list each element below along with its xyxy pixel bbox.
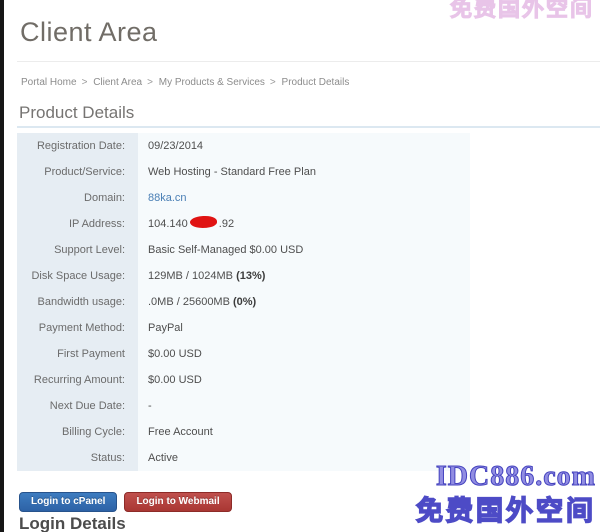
row-payment-method: Payment Method: PayPal: [17, 315, 470, 341]
login-details-heading: Login Details: [19, 514, 126, 532]
bandwidth-usage-percent: (0%): [233, 296, 256, 308]
row-label: Status:: [17, 445, 138, 471]
row-label: Next Due Date:: [17, 393, 138, 419]
status-value: Active: [138, 445, 178, 471]
row-product-service: Product/Service: Web Hosting - Standard …: [17, 159, 470, 185]
product-details-table: Registration Date: 09/23/2014 Product/Se…: [17, 133, 470, 471]
row-value: Basic Self-Managed $0.00 USD: [138, 237, 303, 263]
domain-link[interactable]: 88ka.cn: [148, 192, 187, 204]
row-value: 129MB / 1024MB (13%): [138, 263, 265, 289]
row-label: Registration Date:: [17, 133, 138, 159]
row-first-payment: First Payment Amount: $0.00 USD: [17, 341, 470, 367]
row-label: Disk Space Usage:: [17, 263, 138, 289]
row-next-due-date: Next Due Date: -: [17, 393, 470, 419]
row-disk-space: Disk Space Usage: 129MB / 1024MB (13%): [17, 263, 470, 289]
breadcrumb-separator: >: [147, 77, 153, 88]
disk-usage-percent: (13%): [236, 270, 265, 282]
row-label: First Payment Amount:: [17, 341, 138, 367]
ip-prefix: 104.140: [148, 218, 188, 230]
row-value: 104.140 .92: [138, 211, 234, 237]
header-divider: [17, 61, 600, 62]
row-value: Web Hosting - Standard Free Plan: [138, 159, 316, 185]
login-to-cpanel-button[interactable]: Login to cPanel: [19, 492, 117, 512]
row-value: 09/23/2014: [138, 133, 203, 159]
row-value: Free Account: [138, 419, 213, 445]
row-label: Billing Cycle:: [17, 419, 138, 445]
row-label: Product/Service:: [17, 159, 138, 185]
row-value: .0MB / 25600MB (0%): [138, 289, 256, 315]
action-buttons: Login to cPanel Login to Webmail: [19, 492, 232, 512]
heading-underline: [17, 126, 600, 128]
row-registration-date: Registration Date: 09/23/2014: [17, 133, 470, 159]
row-label: Domain:: [17, 185, 138, 211]
row-value: $0.00 USD: [138, 341, 202, 367]
row-ip-address: IP Address: 104.140 .92: [17, 211, 470, 237]
row-status: Status: Active: [17, 445, 470, 471]
row-bandwidth: Bandwidth usage: .0MB / 25600MB (0%): [17, 289, 470, 315]
row-billing-cycle: Billing Cycle: Free Account: [17, 419, 470, 445]
row-label: Bandwidth usage:: [17, 289, 138, 315]
breadcrumb-current-product-details: Product Details: [282, 77, 350, 88]
row-label: Recurring Amount:: [17, 367, 138, 393]
row-label: Support Level:: [17, 237, 138, 263]
left-border: [0, 0, 4, 532]
row-value: 88ka.cn: [138, 185, 187, 211]
row-domain: Domain: 88ka.cn: [17, 185, 470, 211]
breadcrumb-link-client-area[interactable]: Client Area: [93, 77, 142, 88]
watermark-top-right: 免费国外空间: [450, 0, 594, 23]
ip-suffix: .92: [219, 218, 234, 230]
bandwidth-usage-text: .0MB / 25600MB: [148, 296, 233, 308]
row-support-level: Support Level: Basic Self-Managed $0.00 …: [17, 237, 470, 263]
row-label: Payment Method:: [17, 315, 138, 341]
disk-usage-text: 129MB / 1024MB: [148, 270, 236, 282]
row-value: PayPal: [138, 315, 183, 341]
breadcrumb-separator: >: [82, 77, 88, 88]
watermark-slogan: 免费国外空间: [416, 489, 596, 528]
ip-redaction-scribble: [189, 215, 217, 229]
breadcrumb-link-my-products[interactable]: My Products & Services: [159, 77, 265, 88]
row-recurring-amount: Recurring Amount: $0.00 USD: [17, 367, 470, 393]
page-title: Client Area: [20, 17, 158, 48]
row-label: IP Address:: [17, 211, 138, 237]
product-details-heading: Product Details: [19, 103, 134, 123]
row-value: $0.00 USD: [138, 367, 202, 393]
breadcrumb: Portal Home > Client Area > My Products & …: [21, 77, 352, 88]
row-value: -: [138, 393, 152, 419]
breadcrumb-link-portal-home[interactable]: Portal Home: [21, 77, 77, 88]
breadcrumb-separator: >: [270, 77, 276, 88]
login-to-webmail-button[interactable]: Login to Webmail: [124, 492, 231, 512]
